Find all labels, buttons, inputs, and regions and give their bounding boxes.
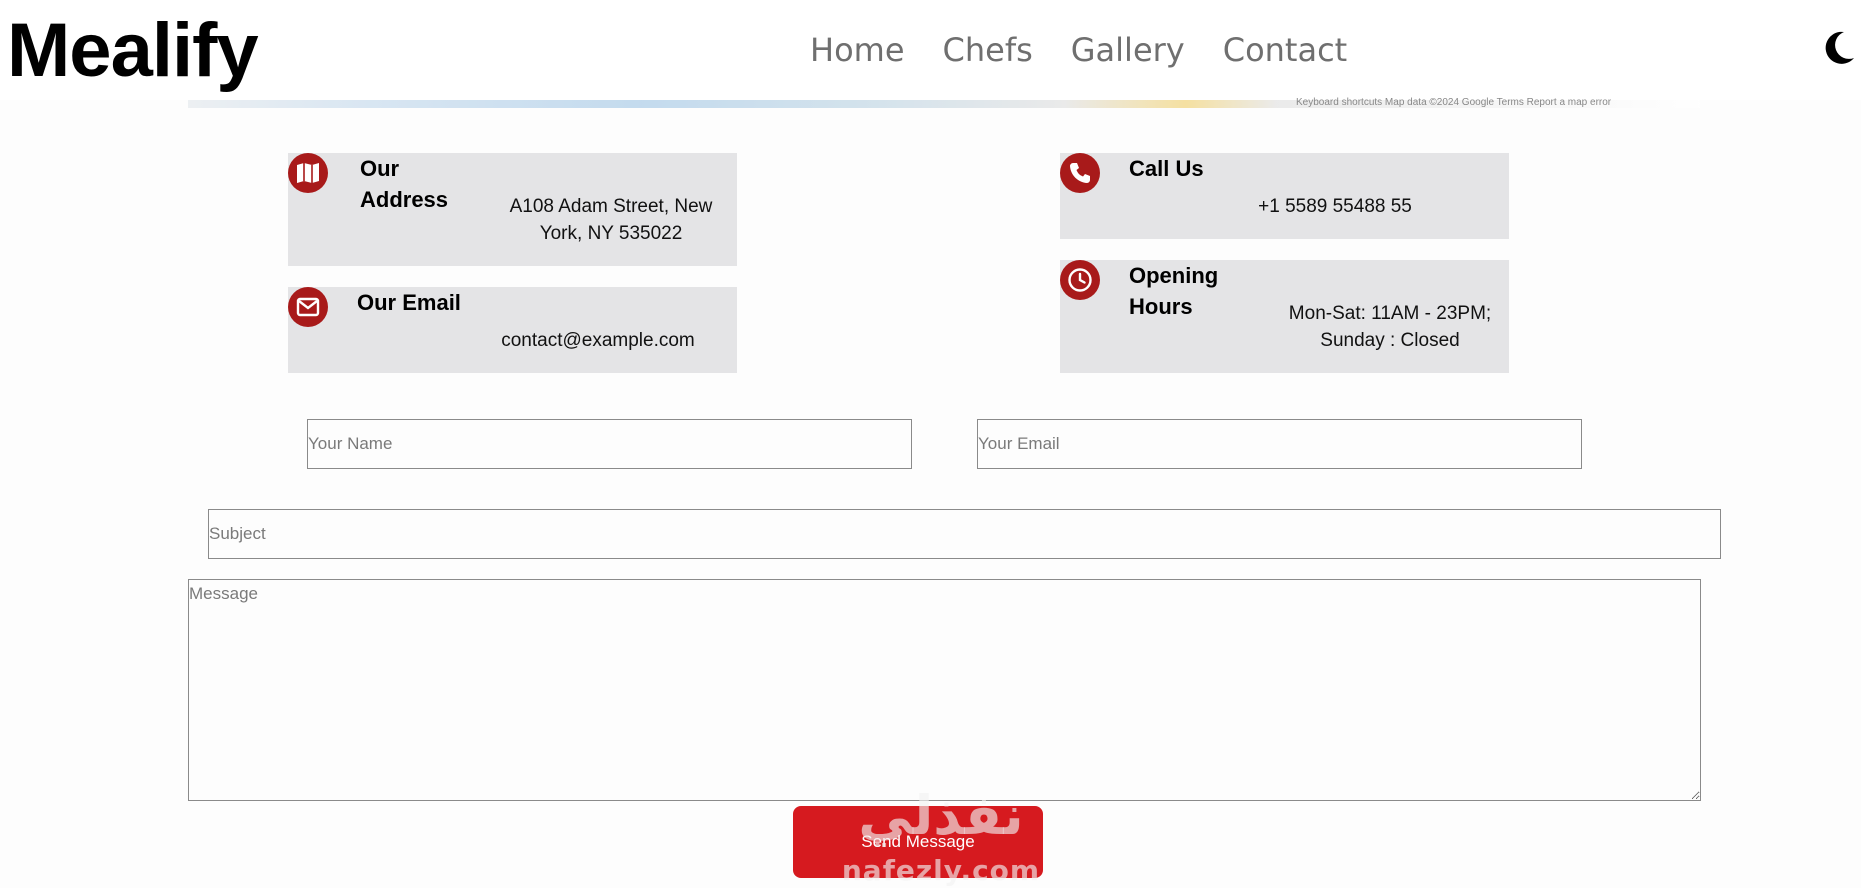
email-value[interactable]: contact@example.com bbox=[478, 327, 718, 354]
main-nav: Home Chefs Gallery Contact bbox=[810, 28, 1347, 72]
site-header: Mealify Home Chefs Gallery Contact bbox=[0, 0, 1861, 100]
map-credits: Keyboard shortcuts Map data ©2024 Google… bbox=[1296, 97, 1612, 108]
nav-link-home[interactable]: Home bbox=[810, 28, 905, 72]
contact-page: Mealify Home Chefs Gallery Contact Keybo… bbox=[0, 0, 1861, 888]
address-text: A108 Adam Street, New York, NY 535022 bbox=[496, 193, 726, 247]
hours-title-line2: Hours bbox=[1129, 294, 1193, 319]
address-title-line1: Our bbox=[360, 156, 400, 181]
send-message-button[interactable]: Send Message bbox=[793, 806, 1043, 878]
hours-line2: Sunday : Closed bbox=[1320, 330, 1460, 351]
nav-link-gallery[interactable]: Gallery bbox=[1071, 28, 1185, 72]
info-box-email: Our Email contact@example.com bbox=[288, 287, 737, 373]
address-line2: York, NY 535022 bbox=[539, 223, 683, 244]
info-box-call: Call Us +1 5589 55488 55 bbox=[1060, 153, 1509, 239]
email-input[interactable] bbox=[977, 419, 1582, 469]
email-title: Our Email bbox=[357, 290, 461, 315]
subject-input[interactable] bbox=[208, 509, 1721, 559]
address-title: Our Address bbox=[360, 153, 448, 215]
info-box-address: Our Address A108 Adam Street, New York, … bbox=[288, 153, 737, 266]
address-title-line2: Address bbox=[360, 187, 449, 212]
call-title: Call Us bbox=[1129, 156, 1204, 181]
hours-title: Opening Hours bbox=[1129, 260, 1218, 322]
nav-link-chefs[interactable]: Chefs bbox=[943, 28, 1033, 72]
info-box-hours: Opening Hours Mon-Sat: 11AM - 23PM; Sund… bbox=[1060, 260, 1509, 373]
site-logo[interactable]: Mealify bbox=[7, 6, 259, 96]
hours-text: Mon-Sat: 11AM - 23PM; Sunday : Closed bbox=[1274, 300, 1506, 354]
phone-value[interactable]: +1 5589 55488 55 bbox=[1210, 193, 1460, 220]
envelope-icon bbox=[288, 287, 328, 327]
hours-line1: Mon-Sat: 11AM - 23PM; bbox=[1288, 303, 1492, 324]
hours-title-line1: Opening bbox=[1129, 263, 1219, 288]
nav-link-contact[interactable]: Contact bbox=[1223, 28, 1348, 72]
name-input[interactable] bbox=[307, 419, 912, 469]
moon-icon[interactable] bbox=[1822, 30, 1856, 66]
message-textarea[interactable] bbox=[188, 579, 1701, 801]
address-line1: A108 Adam Street, New bbox=[509, 196, 713, 217]
map-icon bbox=[288, 153, 328, 193]
clock-icon bbox=[1060, 260, 1100, 300]
phone-icon bbox=[1060, 153, 1100, 193]
